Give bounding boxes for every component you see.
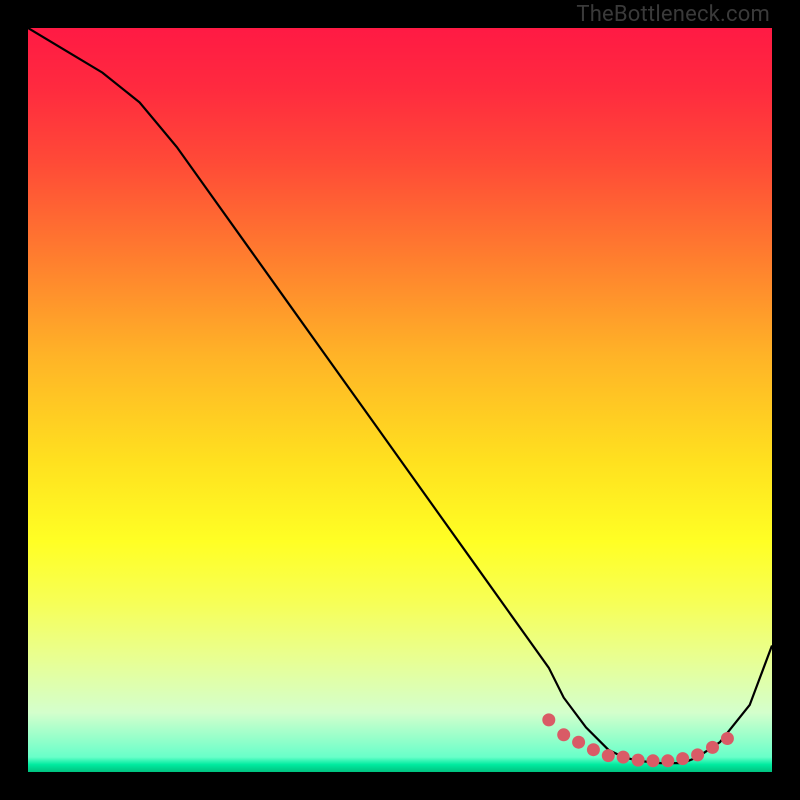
marker-dot bbox=[647, 754, 660, 767]
curve-line bbox=[28, 28, 772, 763]
marker-dot bbox=[542, 713, 555, 726]
plot-area bbox=[28, 28, 772, 772]
marker-dot bbox=[721, 732, 734, 745]
marker-dot bbox=[661, 754, 674, 767]
marker-dot bbox=[587, 743, 600, 756]
bottleneck-curve bbox=[28, 28, 772, 763]
watermark-text: TheBottleneck.com bbox=[576, 2, 770, 27]
marker-dots-group bbox=[542, 713, 734, 767]
chart-overlay bbox=[28, 28, 772, 772]
marker-dot bbox=[602, 749, 615, 762]
marker-dot bbox=[557, 728, 570, 741]
marker-dot bbox=[691, 748, 704, 761]
chart-frame: TheBottleneck.com bbox=[0, 0, 800, 800]
marker-dot bbox=[676, 752, 689, 765]
marker-dot bbox=[617, 751, 630, 764]
marker-dot bbox=[706, 741, 719, 754]
marker-dot bbox=[632, 754, 645, 767]
marker-dot bbox=[572, 736, 585, 749]
